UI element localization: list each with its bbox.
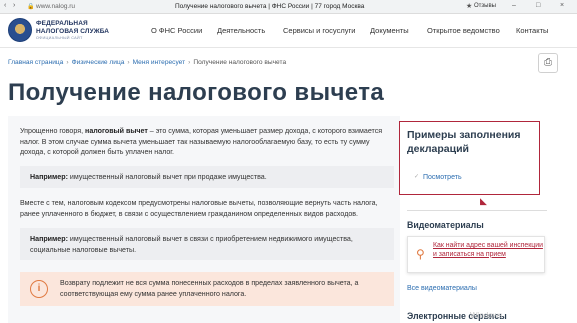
- second-paragraph: Вместе с тем, налоговым кодексом предусм…: [20, 199, 378, 218]
- info-icon: i: [30, 280, 48, 298]
- samples-title: Примеры заполнения деклараций: [407, 129, 521, 155]
- intro-paragraph: Упрощенно говоря, налоговый вычет – это …: [20, 127, 383, 156]
- print-button[interactable]: ⎙: [538, 53, 558, 73]
- video-heading: Видеоматериалы: [407, 220, 484, 230]
- sidebar-divider: [407, 210, 547, 211]
- nav-services[interactable]: Сервисы и госуслуги: [283, 26, 355, 35]
- minimize-icon[interactable]: –: [512, 2, 516, 9]
- chevron-right-icon: ›: [127, 59, 130, 66]
- printer-icon: ⎙: [544, 57, 552, 68]
- chevron-right-icon: ›: [66, 59, 69, 66]
- fns-emblem-icon[interactable]: [8, 18, 32, 42]
- warning-text: Возврату подлежит не вся сумма понесенны…: [60, 279, 359, 298]
- forward-icon[interactable]: ›: [13, 2, 15, 9]
- declaration-samples-box: Примеры заполнения деклараций ✓ Посмотре…: [399, 121, 540, 195]
- warning-callout: i Возврату подлежит не вся сумма понесен…: [20, 272, 394, 306]
- bullet-icon: ✓: [414, 174, 420, 180]
- nav-contacts[interactable]: Контакты: [516, 26, 548, 35]
- tab-title: Получение налогового вычета | ФНС России…: [175, 3, 365, 10]
- nav-documents[interactable]: Документы: [370, 26, 409, 35]
- chevron-right-icon: ›: [188, 59, 191, 66]
- address-bar[interactable]: www.nalog.ru: [36, 3, 75, 10]
- breadcrumb-individuals[interactable]: Физические лица: [72, 59, 125, 66]
- breadcrumb-home[interactable]: Главная страница: [8, 59, 63, 66]
- reviews-button[interactable]: Отзывы: [474, 3, 496, 9]
- location-pin-icon: ⚲: [416, 247, 425, 261]
- arrow-icon: ◣: [480, 196, 487, 206]
- lock-icon: 🔒: [27, 4, 35, 10]
- back-icon[interactable]: ‹: [4, 2, 6, 9]
- example-note-2: Например: имущественный налоговый вычет …: [20, 228, 394, 260]
- video-link[interactable]: Как найти адрес вашей инспекции и записа…: [433, 242, 543, 259]
- nav-open-agency[interactable]: Открытое ведомство: [427, 26, 500, 35]
- nav-activity[interactable]: Деятельность: [217, 26, 265, 35]
- site-header: ФЕДЕРАЛЬНАЯ НАЛОГОВАЯ СЛУЖБА ОФИЦИАЛЬНЫЙ…: [0, 14, 577, 48]
- video-card[interactable]: ⚲ Как найти адрес вашей инспекции и запи…: [407, 236, 545, 273]
- breadcrumb-interests[interactable]: Меня интересует: [133, 59, 186, 66]
- maximize-icon[interactable]: □: [536, 2, 540, 9]
- star-icon[interactable]: ★: [466, 2, 472, 10]
- breadcrumb: Главная страница › Физические лица › Меня ин…: [8, 59, 286, 66]
- org-subtitle: ОФИЦИАЛЬНЫЙ САЙТ: [36, 36, 83, 40]
- windows-watermark: Windows: [470, 311, 503, 320]
- org-name[interactable]: ФЕДЕРАЛЬНАЯ НАЛОГОВАЯ СЛУЖБА: [36, 20, 126, 35]
- breadcrumb-current: Получение налогового вычета: [193, 59, 287, 66]
- all-videos-link[interactable]: Все видеоматериалы: [407, 285, 477, 292]
- example-note-1: Например: имущественный налоговый вычет …: [20, 166, 394, 188]
- page-title: Получение налогового вычета: [8, 79, 385, 106]
- close-icon[interactable]: ×: [560, 2, 564, 9]
- samples-view-link[interactable]: Посмотреть: [423, 174, 462, 181]
- nav-about[interactable]: О ФНС России: [151, 26, 202, 35]
- browser-bar: ‹ › 🔒 www.nalog.ru Получение налогового …: [0, 0, 577, 14]
